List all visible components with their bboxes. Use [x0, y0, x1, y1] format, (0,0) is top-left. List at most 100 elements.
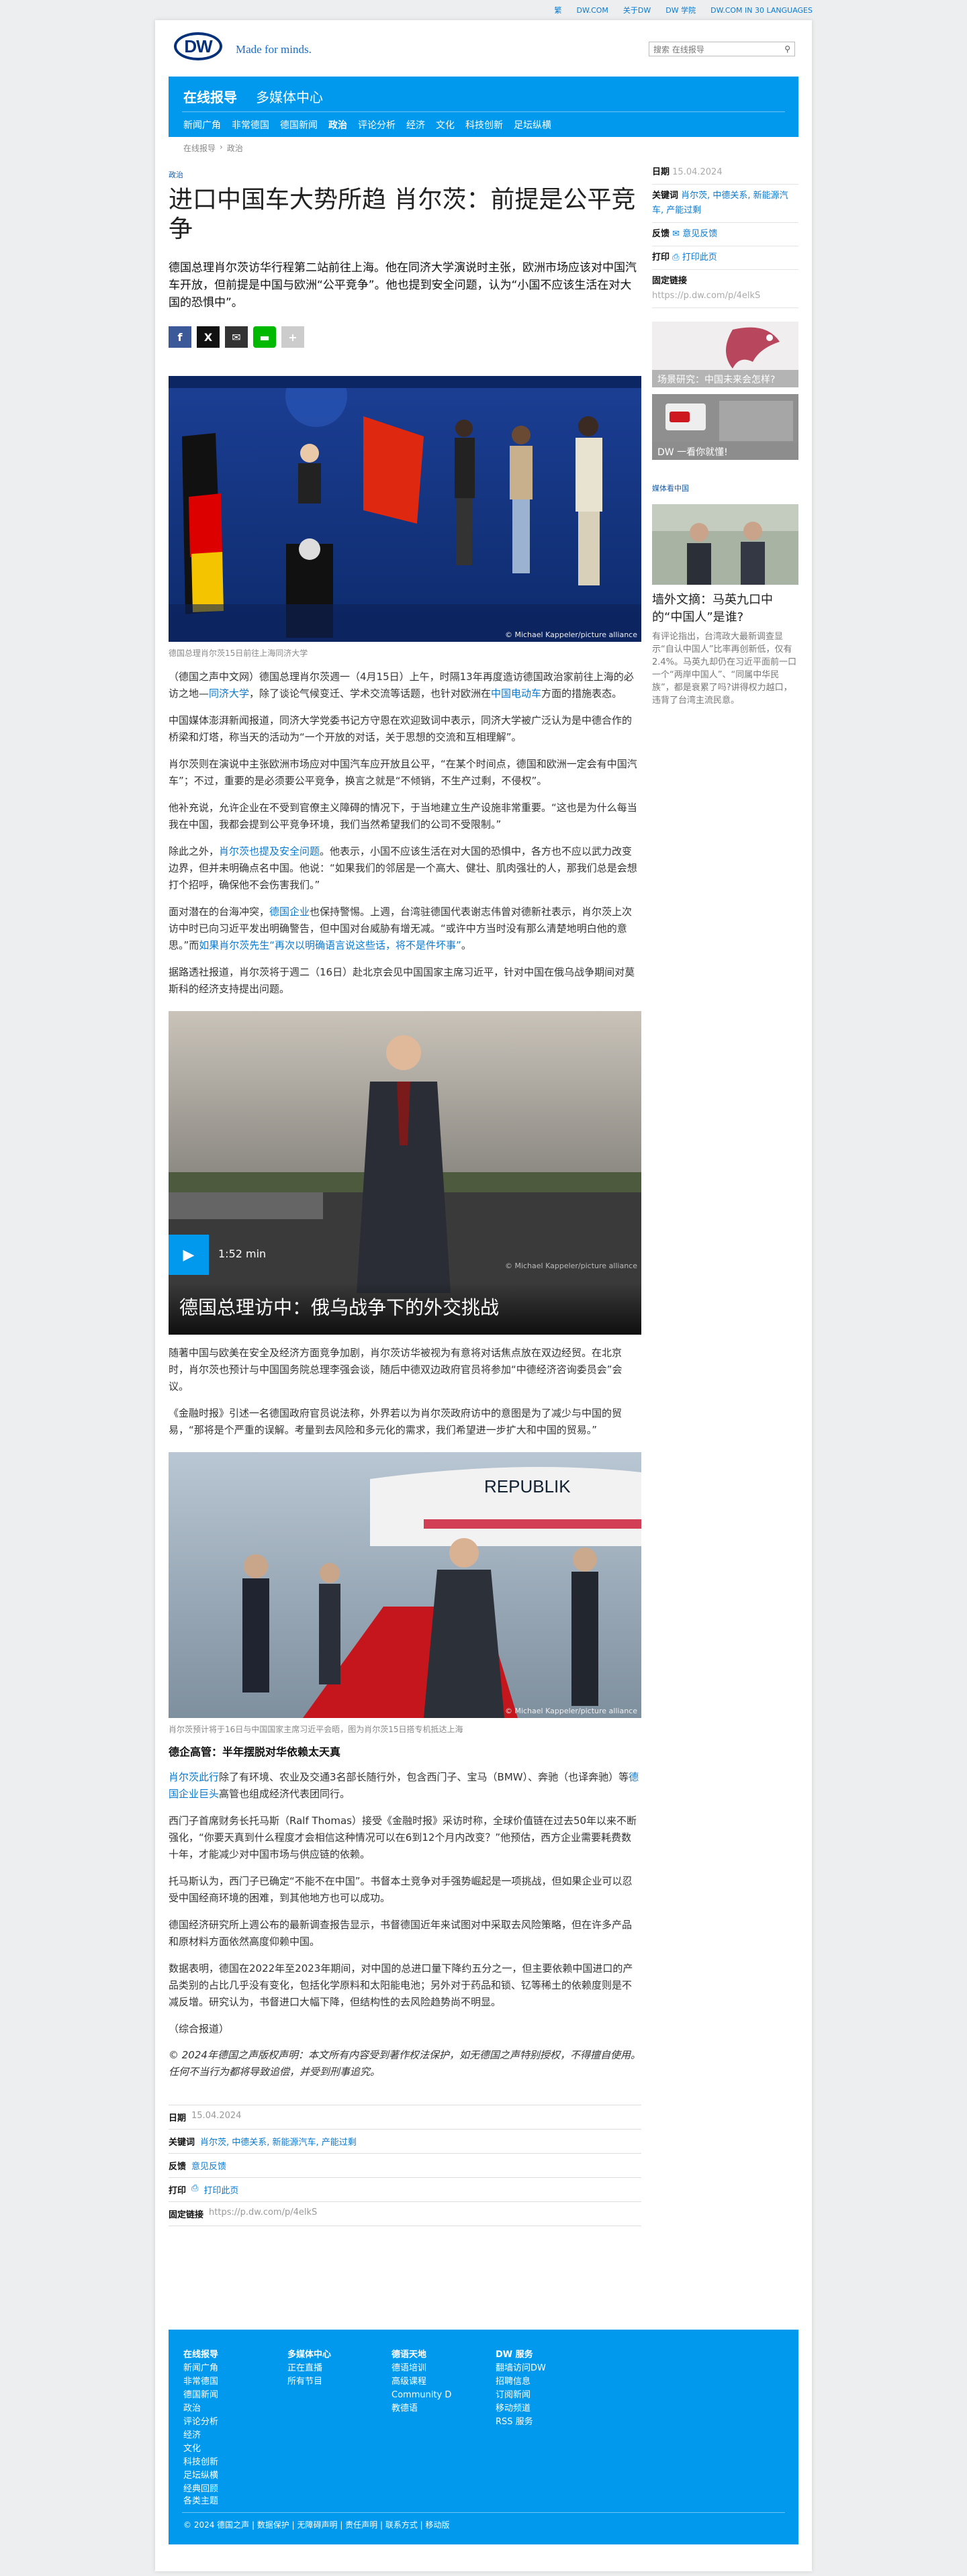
tagline: Made for minds.	[236, 43, 312, 56]
footer-link[interactable]: 评论分析	[183, 2416, 287, 2429]
footer-column-heading[interactable]: 多媒体中心	[287, 2348, 392, 2362]
inline-link[interactable]: 中国电动车	[491, 687, 541, 700]
breadcrumb-separator: ›	[220, 142, 223, 152]
search-input[interactable]: 搜索 在线报导 ⚲	[649, 42, 795, 56]
footer-link[interactable]: 德语培训	[392, 2362, 496, 2375]
footer-link[interactable]: 政治	[183, 2402, 287, 2416]
side-keywords: 关键词 肖尔茨, 中德关系, 新能源汽车, 产能过剩	[652, 185, 798, 223]
footer-link[interactable]: 招聘信息	[496, 2375, 600, 2389]
dw-logo[interactable]: DW	[174, 32, 222, 60]
sidebar-story-image[interactable]	[652, 504, 798, 585]
footer-link[interactable]: 订阅新闻	[496, 2389, 600, 2402]
breadcrumb-online[interactable]: 在线报导	[183, 142, 216, 154]
sidebar-meta: 日期 15.04.2024 关键词 肖尔茨, 中德关系, 新能源汽车, 产能过剩…	[652, 161, 798, 308]
sidebar-story-title[interactable]: 墙外文摘：马英九口中的“中国人”是谁?	[652, 591, 798, 626]
nav-sub-football[interactable]: 足坛纵横	[514, 118, 551, 132]
footer-link[interactable]: 足坛纵横	[183, 2469, 287, 2483]
topbar-link-traditional[interactable]: 繁	[555, 5, 562, 15]
footer-link[interactable]: 高级课程	[392, 2375, 496, 2389]
inline-link[interactable]: 肖尔茨也提及安全问题	[219, 845, 320, 857]
footer-link[interactable]: 翻墙访问DW	[496, 2362, 600, 2375]
inline-link[interactable]: 如果肖尔茨先生“再次以明确语言说这些话，将不是件坏事”	[199, 939, 461, 951]
body-a-paragraph: （德国之声中文网）德国总理肖尔茨週一（4月15日）上午，时隔13年再度造访德国政…	[169, 671, 634, 700]
body-a-paragraph: 除此之外，肖尔茨也提及安全问题。他表示，小国不应该生活在对大国的恐惧中，各方也不…	[169, 845, 637, 891]
promo-dw-youtube[interactable]: DW 一看你就懂!	[652, 394, 798, 460]
inline-link[interactable]: 德国企业巨头	[169, 1771, 639, 1800]
line-icon[interactable]: ▬	[253, 326, 276, 348]
footer-link[interactable]: RSS 服务	[496, 2416, 600, 2429]
permalink-value[interactable]: https://p.dw.com/p/4elkS	[209, 2207, 317, 2220]
nav-sub-german-news[interactable]: 德国新闻	[280, 118, 318, 132]
side-date-label: 日期	[652, 167, 670, 177]
topbar-link-dwcom[interactable]: DW.COM	[577, 6, 608, 15]
footer-link[interactable]: 科技创新	[183, 2456, 287, 2469]
side-date-value: 15.04.2024	[672, 167, 723, 177]
nav-divider	[182, 111, 785, 112]
nav-sub-culture[interactable]: 文化	[436, 118, 455, 132]
breadcrumb-politics[interactable]: 政治	[227, 142, 243, 154]
footer-link[interactable]: 非常德国	[183, 2375, 287, 2389]
nav-media-center[interactable]: 多媒体中心	[256, 87, 323, 106]
facebook-icon[interactable]: f	[169, 326, 191, 348]
nav-sub-tech[interactable]: 科技创新	[465, 118, 503, 132]
footer-link[interactable]: 德国新闻	[183, 2389, 287, 2402]
video-title-overlay: 德国总理访中：俄乌战争下的外交挑战	[169, 1282, 641, 1335]
footer-column-heading[interactable]: 德语天地	[392, 2348, 496, 2362]
meta-keywords: 关键词 肖尔茨, 中德关系, 新能源汽车, 产能过剩	[169, 2129, 641, 2153]
footer-link[interactable]: 正在直播	[287, 2362, 392, 2375]
mail-icon[interactable]: ✉	[225, 326, 248, 348]
nav-online-reports[interactable]: 在线报导	[183, 87, 237, 106]
body-a-paragraph: 面对潜在的台海冲突，德国企业也保持警惕。上週，台湾驻德国代表谢志伟曾对德新社表示…	[169, 906, 633, 951]
x-icon[interactable]: X	[197, 326, 220, 348]
footer-column: DW 服务 翻墙访问DW 招聘信息 订阅新闻 移动频道 RSS 服务	[496, 2348, 600, 2496]
print-link[interactable]: 打印此页	[203, 2183, 238, 2196]
video-duration: 1:52 min	[218, 1247, 267, 1260]
inline-link[interactable]: 德国企业	[269, 906, 310, 918]
promo-china-future[interactable]: 场景研究：中国未来会怎样?	[652, 322, 798, 387]
footer-column-heading[interactable]: DW 服务	[496, 2348, 600, 2362]
footer-link[interactable]: 教德语	[392, 2402, 496, 2416]
body-c-paragraph: 德国经济研究所上週公布的最新调查报告显示，书督德国近年来试图对中采取去风险策略，…	[169, 1919, 633, 1948]
topbar-link-academy[interactable]: DW 学院	[665, 5, 696, 15]
photo-1-caption: 德国总理肖尔茨15日前往上海同济大学	[169, 649, 308, 658]
article-title: 进口中国车大势所趋 肖尔茨：前提是公平竞争	[169, 186, 636, 243]
nav-sub-economy[interactable]: 经济	[406, 118, 425, 132]
side-print-label: 打印	[652, 252, 670, 263]
footer-link[interactable]: 经济	[183, 2429, 287, 2442]
sidebar-section-label[interactable]: 媒体看中国	[652, 483, 798, 493]
topbar-link-about[interactable]: 关于DW	[623, 5, 651, 15]
article-kicker[interactable]: 政治	[169, 169, 641, 180]
page-container: DW Made for minds. 搜索 在线报导 ⚲ 在线报导 多媒体中心 …	[155, 20, 812, 2571]
site-footer: 在线报导 新闻广角 非常德国 德国新闻 政治 评论分析 经济 文化 科技创新 足坛纵横 经典回顾 多媒…	[169, 2330, 798, 2544]
footer-column-heading[interactable]: 在线报导	[183, 2348, 287, 2362]
inline-link[interactable]: 肖尔茨此行	[169, 1771, 219, 1783]
side-feedback-link[interactable]: 意见反馈	[682, 229, 717, 239]
nav-sub-opinion[interactable]: 评论分析	[358, 118, 396, 132]
print-icon[interactable]: ⎙	[191, 2183, 198, 2196]
meta-keywords-value[interactable]: 肖尔茨, 中德关系, 新能源汽车, 产能过剩	[200, 2135, 357, 2148]
more-share-icon[interactable]: +	[281, 326, 304, 348]
video-title[interactable]: 德国总理访中：俄乌战争下的外交挑战	[179, 1293, 499, 1320]
search-icon[interactable]: ⚲	[784, 44, 790, 54]
article-photo-1: © Michael Kappeler/picture alliance	[169, 376, 641, 642]
meta-print-label: 打印	[169, 2186, 187, 2196]
nav-sub-politics[interactable]: 政治	[328, 118, 347, 132]
footer-link[interactable]: 文化	[183, 2442, 287, 2456]
inline-link[interactable]: 同济大学	[209, 687, 249, 700]
footer-link[interactable]: Community D	[392, 2389, 496, 2402]
footer-link[interactable]: 所有节目	[287, 2375, 392, 2389]
footer-link[interactable]: 移动频道	[496, 2402, 600, 2416]
side-permalink-value[interactable]: https://p.dw.com/p/4elkS	[652, 289, 798, 303]
topbar-link-languages[interactable]: DW.COM IN 30 LANGUAGES	[710, 6, 813, 15]
side-print-link[interactable]: 打印此页	[682, 252, 717, 263]
article: 政治 进口中国车大势所趋 肖尔茨：前提是公平竞争 德国总理肖尔茨访华行程第二站前…	[169, 166, 641, 2226]
footer-topics-link[interactable]: 各类主题	[183, 2493, 218, 2506]
article-subhead: 德企高管：半年摆脱对华依赖太天真	[169, 1746, 341, 1758]
footer-link[interactable]: 新闻广角	[183, 2362, 287, 2375]
nav-sub-news[interactable]: 新闻广角	[183, 118, 221, 132]
play-icon[interactable]: ▶	[169, 1235, 209, 1275]
body-b-paragraph: 随著中国与欧美在安全及经济方面竞争加剧，肖尔茨访华被视为有意将对话焦点放在双边经…	[169, 1347, 623, 1392]
video-player[interactable]: © Michael Kappeler/picture alliance ▶ 1:…	[169, 1011, 641, 1335]
nav-sub-germany[interactable]: 非常德国	[232, 118, 269, 132]
feedback-link[interactable]: 意见反馈	[191, 2159, 226, 2172]
